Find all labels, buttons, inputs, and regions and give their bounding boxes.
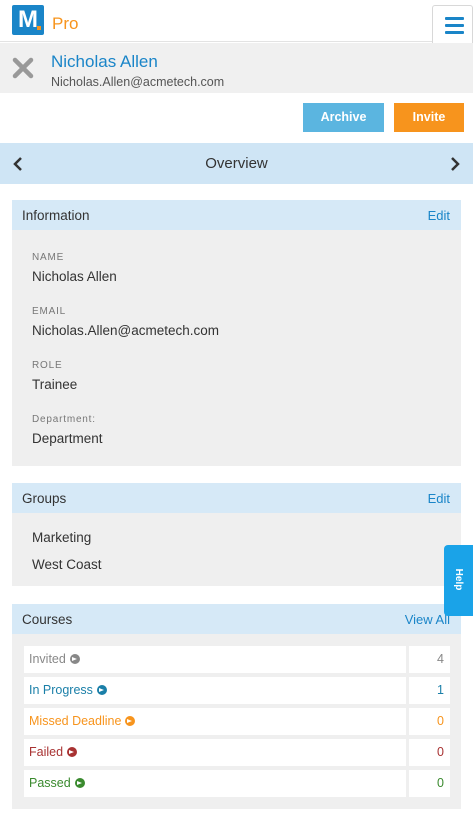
group-item: West Coast (32, 557, 102, 572)
information-panel: Information Edit NAME Nicholas Allen EMA… (12, 200, 461, 466)
department-value: Department (32, 431, 103, 446)
email-value: Nicholas.Allen@acmetech.com (32, 323, 220, 338)
close-icon[interactable] (12, 57, 34, 79)
course-status-count: 0 (409, 708, 450, 735)
information-title: Information (22, 208, 90, 223)
course-status-label-cell[interactable]: Missed Deadline (24, 708, 406, 735)
groups-title: Groups (22, 491, 67, 506)
chevron-right-icon[interactable] (447, 156, 463, 172)
overview-nav: Overview (0, 143, 473, 184)
course-status-count: 0 (409, 739, 450, 766)
email-label: EMAIL (32, 306, 67, 317)
role-label: ROLE (32, 360, 63, 371)
menu-bar-bottom (445, 31, 464, 34)
hamburger-icon[interactable] (432, 5, 473, 43)
course-status-row[interactable]: Missed Deadline 0 (24, 708, 450, 735)
logo-letter: M (18, 6, 38, 33)
groups-header: Groups Edit (12, 483, 461, 513)
menu-bar-top (445, 17, 464, 20)
course-status-label: Invited (29, 652, 66, 666)
courses-header: Courses View All (12, 604, 461, 634)
arrow-circle-right-icon (96, 685, 107, 695)
logo-suffix: Pro (52, 14, 79, 33)
information-header: Information Edit (12, 200, 461, 230)
course-status-label-cell[interactable]: Passed (24, 770, 406, 797)
name-value: Nicholas Allen (32, 269, 117, 284)
arrow-circle-right-icon (67, 747, 78, 757)
information-edit-link[interactable]: Edit (428, 208, 450, 223)
profile-email: Nicholas.Allen@acmetech.com (51, 75, 225, 89)
arrow-circle-right-icon (125, 716, 136, 726)
name-label: NAME (32, 252, 65, 263)
course-status-label: In Progress (29, 683, 93, 697)
course-status-label-cell[interactable]: Invited (24, 646, 406, 673)
profile-header: Nicholas Allen Nicholas.Allen@acmetech.c… (0, 43, 473, 93)
course-status-label: Missed Deadline (29, 714, 122, 728)
help-label: Help (453, 568, 464, 591)
course-status-count: 4 (409, 646, 450, 673)
course-status-label-cell[interactable]: In Progress (24, 677, 406, 704)
overview-title: Overview (205, 155, 268, 172)
courses-view-all-link[interactable]: View All (405, 612, 450, 627)
role-value: Trainee (32, 377, 78, 392)
course-status-label: Passed (29, 776, 71, 790)
course-status-label-cell[interactable]: Failed (24, 739, 406, 766)
course-status-row[interactable]: Passed 0 (24, 770, 450, 797)
invite-button[interactable]: Invite (394, 103, 464, 132)
course-status-row[interactable]: Failed 0 (24, 739, 450, 766)
courses-title: Courses (22, 612, 73, 627)
department-label: Department: (32, 414, 96, 425)
help-tab[interactable]: Help (444, 545, 473, 616)
archive-button[interactable]: Archive (303, 103, 384, 132)
arrow-circle-right-icon (74, 778, 85, 788)
course-status-row[interactable]: Invited 4 (24, 646, 450, 673)
logo-dot (37, 26, 41, 30)
menu-bar-middle (445, 24, 464, 27)
profile-name: Nicholas Allen (51, 52, 158, 71)
course-status-label: Failed (29, 745, 64, 759)
arrow-circle-right-icon (69, 654, 80, 664)
course-status-count: 0 (409, 770, 450, 797)
course-status-count: 1 (409, 677, 450, 704)
top-bar: M Pro (0, 0, 473, 43)
group-item: Marketing (32, 530, 92, 545)
course-status-row[interactable]: In Progress 1 (24, 677, 450, 704)
app-logo[interactable]: M (12, 5, 44, 35)
courses-panel: Courses View All Invited 4 In Progress 1 Mis… (12, 604, 461, 809)
groups-panel: Groups Edit Marketing West Coast (12, 483, 461, 586)
groups-edit-link[interactable]: Edit (428, 491, 450, 506)
